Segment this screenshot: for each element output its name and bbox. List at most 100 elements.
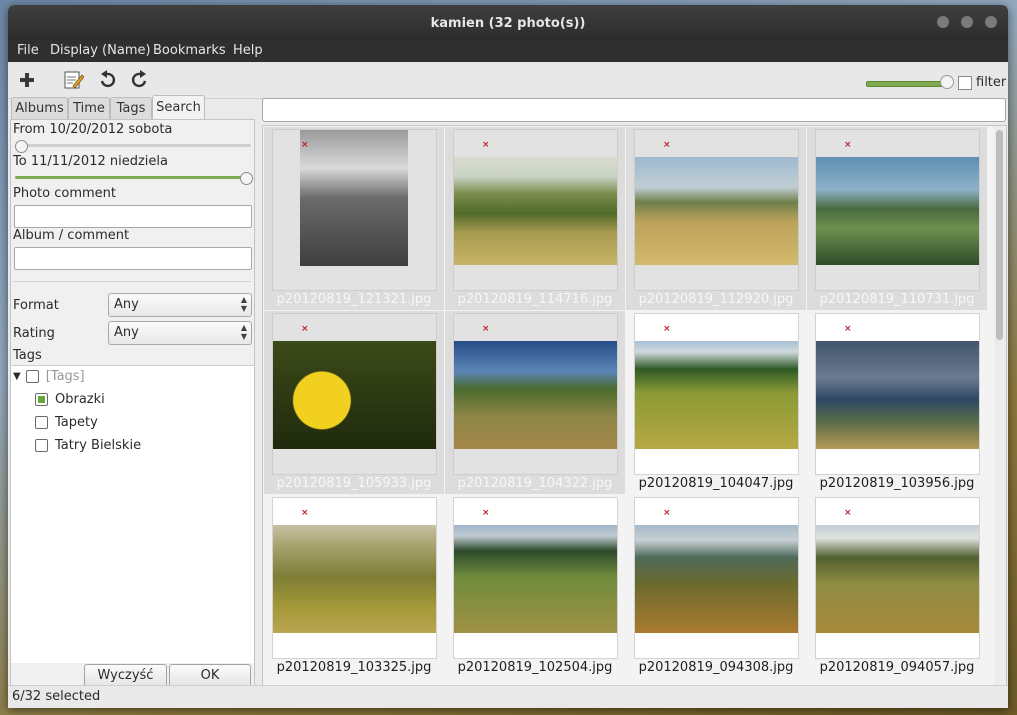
updown-arrow-icon: ▲ ▼ [240,323,247,341]
photo-thumbnail[interactable]: × p20120819_104322.jpg [445,311,625,494]
status-bar: 6/32 selected [8,685,1008,708]
photo-thumbnail[interactable]: × p20120819_105933.jpg [264,311,444,494]
no-location-icon: × [482,324,490,334]
menu-display[interactable]: Display (Name) [50,43,151,58]
close-button[interactable] [985,16,997,28]
window-title: kamien (32 photo(s)) [430,16,586,31]
format-select-value: Any [114,297,139,312]
photo-thumbnail[interactable]: × p20120819_110731.jpg [807,127,987,310]
filter-checkbox[interactable] [958,76,972,90]
photo-image [300,130,408,266]
tag-item-obrazki[interactable]: Obrazki [35,392,105,407]
rating-select[interactable]: Any ▲ ▼ [108,321,252,345]
title-bar[interactable]: kamien (32 photo(s)) [8,5,1008,40]
photo-image [273,341,436,449]
menu-help[interactable]: Help [233,43,263,58]
from-date-label: From 10/20/2012 sobota [13,122,173,137]
thumbnail-frame: × [453,313,618,475]
album-comment-input[interactable] [14,247,252,270]
tag-checkbox[interactable] [35,393,48,406]
photo-image [816,341,979,449]
photo-thumbnail[interactable]: × p20120819_103325.jpg [264,495,444,678]
photo-thumbnail[interactable]: × p20120819_102504.jpg [445,495,625,678]
thumbnail-frame: × [272,129,437,291]
selection-status: 6/32 selected [12,689,101,704]
divider [13,281,251,282]
tag-checkbox[interactable] [35,439,48,452]
photo-image [635,341,798,449]
add-icon[interactable] [14,67,40,93]
no-location-icon: × [663,508,671,518]
maximize-button[interactable] [961,16,973,28]
search-input[interactable] [262,98,1006,122]
photo-filename: p20120819_102504.jpg [457,660,613,675]
photo-thumbnail[interactable]: × p20120819_094057.jpg [807,495,987,678]
search-panel: From 10/20/2012 sobota To 11/11/2012 nie… [10,119,255,688]
photo-image [635,525,798,633]
photo-thumbnail[interactable]: × p20120819_104047.jpg [626,311,806,494]
tree-root-row[interactable]: ▼ [Tags] [13,369,85,384]
thumbnail-frame: × [634,313,799,475]
photo-image [816,157,979,265]
rotate-left-icon[interactable] [94,67,120,93]
photo-thumbnail[interactable]: × p20120819_112920.jpg [626,127,806,310]
thumbnail-frame: × [272,497,437,659]
tab-time[interactable]: Time [68,97,110,119]
tab-tags[interactable]: Tags [110,97,152,119]
photo-filename: p20120819_114716.jpg [457,292,613,307]
tag-item-tatry-bielskie[interactable]: Tatry Bielskie [35,438,141,453]
from-date-handle[interactable] [15,140,28,153]
photo-grid: × p20120819_121321.jpg × p20120819_114716.j… [262,125,996,687]
photo-image [454,157,617,265]
zoom-slider[interactable] [866,81,948,87]
tag-checkbox[interactable] [35,416,48,429]
tag-item-tapety[interactable]: Tapety [35,415,98,430]
zoom-slider-handle[interactable] [940,75,954,89]
toolbar: filter [8,62,1008,99]
photo-filename: p20120819_094308.jpg [638,660,794,675]
photo-filename: p20120819_094057.jpg [819,660,975,675]
tags-label: Tags [13,348,42,363]
photo-image [635,157,798,265]
menu-bookmarks[interactable]: Bookmarks [153,43,226,58]
photo-thumbnail[interactable]: × p20120819_094308.jpg [626,495,806,678]
minimize-button[interactable] [937,16,949,28]
photo-thumbnail[interactable]: × p20120819_114716.jpg [445,127,625,310]
photo-filename: p20120819_103956.jpg [819,476,975,491]
tags-root-checkbox[interactable] [25,370,39,383]
to-date-slider[interactable] [15,176,251,179]
tag-label: Obrazki [55,392,105,407]
tags-tree: ▼ [Tags] Obrazki Tapety Tatry Bielskie [11,365,254,663]
no-location-icon: × [663,140,671,150]
photo-comment-input[interactable] [14,205,252,228]
tab-albums[interactable]: Albums [11,97,68,119]
tab-search[interactable]: Search [152,95,205,120]
photo-thumbnail[interactable]: × p20120819_121321.jpg [264,127,444,310]
thumbnail-frame: × [453,129,618,291]
scrollbar-thumb[interactable] [996,130,1003,340]
thumbnail-frame: × [272,313,437,475]
no-location-icon: × [844,324,852,334]
photo-filename: p20120819_104322.jpg [457,476,613,491]
photo-filename: p20120819_121321.jpg [276,292,432,307]
no-location-icon: × [482,508,490,518]
no-location-icon: × [844,140,852,150]
vertical-scrollbar[interactable] [994,125,1007,687]
tag-label: Tapety [55,415,98,430]
to-date-label: To 11/11/2012 niedziela [13,154,168,169]
photo-thumbnail[interactable]: × p20120819_103956.jpg [807,311,987,494]
rotate-right-icon[interactable] [127,67,153,93]
format-select[interactable]: Any ▲ ▼ [108,293,252,317]
menu-bar: File Display (Name) Bookmarks Help [8,40,1008,62]
thumbnail-frame: × [815,497,980,659]
photo-image [454,525,617,633]
edit-icon[interactable] [60,67,86,93]
updown-arrow-icon: ▲ ▼ [240,295,247,313]
format-label: Format [13,298,59,313]
from-date-slider[interactable] [15,144,251,147]
to-date-handle[interactable] [240,172,253,185]
thumbnail-frame: × [634,129,799,291]
no-location-icon: × [844,508,852,518]
expand-arrow-icon[interactable]: ▼ [13,371,21,382]
menu-file[interactable]: File [17,43,39,58]
